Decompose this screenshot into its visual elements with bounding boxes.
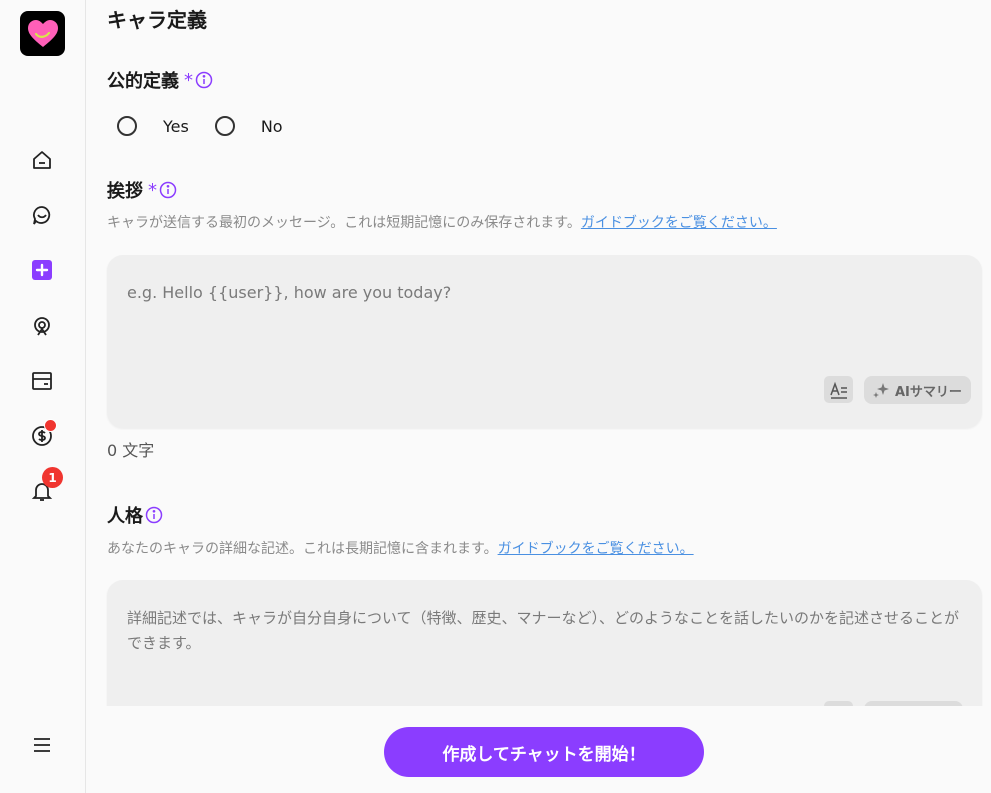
home-icon[interactable]: [29, 147, 55, 173]
personality-placeholder: 詳細記述では、キャラが自分自身について（特徴、歴史、マナーなど）、どのようなこと…: [127, 609, 960, 652]
radio-no[interactable]: [214, 116, 235, 136]
personality-description: あなたのキャラの詳細な記述。これは長期記憶に含まれます。ガイドブックをご覧くださ…: [107, 541, 694, 557]
create-and-chat-button[interactable]: 作成してチャットを開始！: [384, 727, 704, 777]
info-icon[interactable]: [159, 181, 177, 199]
main-content: キャラ定義 公的定義 * Yes No 挨拶 * キャラが送信する最初のメッセー…: [86, 0, 991, 793]
radio-yes[interactable]: [117, 116, 137, 136]
ai-summary-button[interactable]: AIサマリー: [864, 376, 971, 404]
required-asterisk: *: [148, 179, 157, 201]
public-definition-label: 公的定義: [107, 71, 179, 92]
guidebook-link[interactable]: ガイドブックをご覧ください。: [498, 541, 694, 557]
greeting-label: 挨拶: [107, 181, 143, 202]
coin-icon[interactable]: [29, 419, 57, 449]
sidebar: 1: [0, 0, 86, 793]
radio-no-label: No: [260, 116, 283, 136]
info-icon[interactable]: [195, 71, 213, 89]
required-asterisk: *: [184, 69, 193, 91]
guidebook-link[interactable]: ガイドブックをご覧ください。: [581, 215, 777, 231]
public-definition-heading: 公的定義 *: [107, 67, 213, 93]
bell-icon[interactable]: 1: [29, 467, 63, 504]
chat-icon[interactable]: [29, 202, 55, 228]
section-title: キャラ定義: [107, 8, 207, 32]
create-icon[interactable]: [29, 257, 55, 283]
character-count: 0 文字: [107, 441, 155, 460]
info-icon[interactable]: [145, 506, 163, 524]
personality-label: 人格: [107, 506, 143, 527]
notification-badge: 1: [42, 467, 63, 488]
heart-logo-icon[interactable]: [20, 11, 65, 56]
character-icon[interactable]: [29, 313, 55, 339]
menu-icon[interactable]: [29, 732, 55, 758]
radio-yes-label: Yes: [163, 116, 189, 136]
sparkle-icon: [873, 383, 889, 398]
personality-heading: 人格: [107, 502, 163, 528]
greeting-heading: 挨拶 *: [107, 177, 177, 203]
public-definition-options: Yes No: [117, 116, 309, 136]
greeting-description: キャラが送信する最初のメッセージ。これは短期記憶にのみ保存されます。ガイドブック…: [107, 215, 777, 231]
greeting-textarea[interactable]: e.g. Hello {{user}}, how are you today? …: [107, 255, 982, 428]
greeting-placeholder: e.g. Hello {{user}}, how are you today?: [127, 283, 452, 302]
notification-dot: [44, 419, 57, 432]
text-format-icon[interactable]: [824, 376, 853, 403]
wallet-icon[interactable]: [29, 368, 55, 394]
